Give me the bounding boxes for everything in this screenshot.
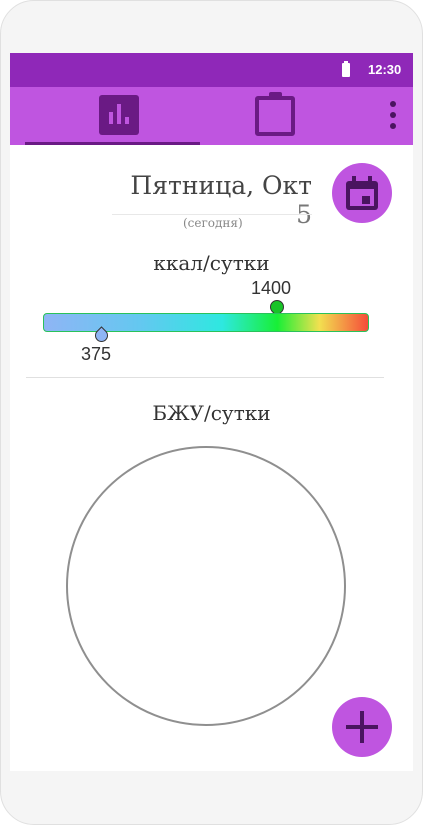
date-subtitle: (сегодня) xyxy=(183,216,243,230)
section-divider xyxy=(26,377,384,378)
status-bar: 12:30 xyxy=(10,53,413,87)
calories-target-label: 1400 xyxy=(251,278,292,298)
clipboard-icon xyxy=(255,92,295,136)
date-underline xyxy=(112,214,312,215)
app-bar xyxy=(10,87,413,145)
date-weekday: Пятница, xyxy=(130,171,255,200)
date-month: Окт xyxy=(262,171,312,200)
status-time: 12:30 xyxy=(368,62,402,77)
app-screen: 12:30 Пятница, Окт 5 (сегодня) ккал/сутк… xyxy=(10,53,413,771)
battery-icon xyxy=(342,61,350,77)
macros-pie-chart xyxy=(66,446,346,726)
tab-stats[interactable] xyxy=(25,87,200,145)
calories-title: ккал/сутки xyxy=(153,251,270,275)
tab-diary[interactable] xyxy=(200,87,370,145)
tab-indicator xyxy=(25,142,200,145)
calendar-button[interactable] xyxy=(332,163,392,223)
add-button[interactable] xyxy=(332,697,392,757)
calories-gradient-bar xyxy=(43,313,369,332)
more-vert-icon[interactable] xyxy=(388,101,398,131)
calendar-icon xyxy=(346,176,378,210)
bar-chart-icon xyxy=(99,95,139,135)
macros-title: БЖУ/сутки xyxy=(152,401,271,425)
calories-current-label: 375 xyxy=(81,344,112,364)
